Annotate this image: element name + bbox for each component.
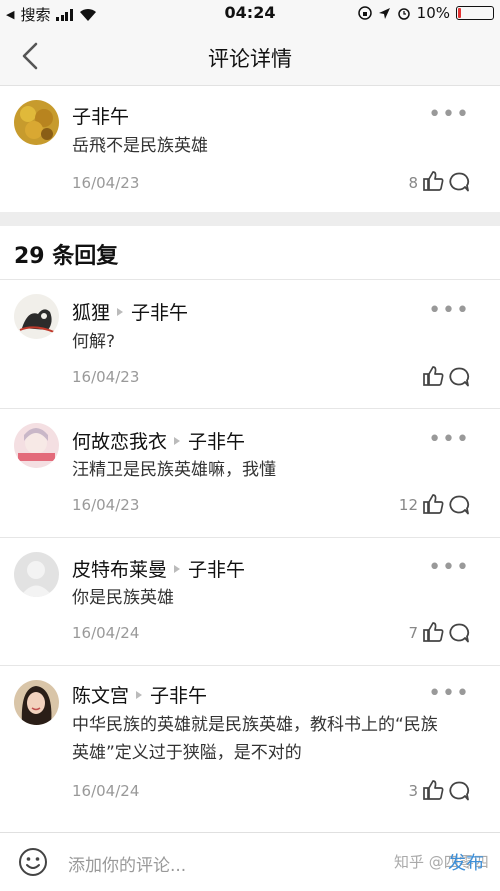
section-separator <box>0 212 500 226</box>
avatar[interactable] <box>14 294 59 339</box>
reply-text: 汪精卫是民族英雄嘛，我懂 <box>72 460 276 480</box>
reply-text: 中华民族的英雄就是民族英雄，教科书上的“民族英雄”定义过于狭隘，是不对的 <box>72 715 438 763</box>
comment-input[interactable]: 添加你的评论... <box>68 851 186 876</box>
main-comment: 子非午 ••• 岳飛不是民族英雄 16/04/23 8 <box>0 86 500 212</box>
reply-author-line: 皮特布莱曼 子非午 <box>72 555 245 582</box>
more-options-button[interactable]: ••• <box>428 555 470 580</box>
thumbs-up-icon[interactable] <box>422 170 444 192</box>
reply-author[interactable]: 皮特布莱曼 <box>72 559 167 581</box>
reply-bubble-icon[interactable] <box>448 171 470 193</box>
reply-item: 皮特布莱曼 子非午 ••• 你是民族英雄 16/04/24 7 <box>0 538 500 665</box>
reply-bubble-icon[interactable] <box>448 494 470 516</box>
reply-bubble-icon[interactable] <box>448 622 470 644</box>
comment-date: 16/04/23 <box>72 174 140 192</box>
avatar[interactable] <box>14 423 59 468</box>
page-title: 评论详情 <box>208 47 292 71</box>
thumbs-up-icon[interactable] <box>422 621 444 643</box>
reply-date: 16/04/23 <box>72 496 140 514</box>
reply-date: 16/04/23 <box>72 368 140 386</box>
reply-item: 陈文宫 子非午 ••• 中华民族的英雄就是民族英雄，教科书上的“民族英雄”定义过于… <box>0 666 500 826</box>
reply-date: 16/04/24 <box>72 624 140 642</box>
send-button[interactable]: 发布 <box>448 849 484 875</box>
more-options-button[interactable]: ••• <box>428 681 470 706</box>
thumbs-up-icon[interactable] <box>422 365 444 387</box>
battery-percent: 10% <box>416 4 450 22</box>
reply-author[interactable]: 陈文宫 <box>72 685 129 707</box>
like-count: 7 <box>408 624 418 642</box>
lock-rotation-icon <box>357 6 372 20</box>
like-count: 3 <box>408 782 418 800</box>
reply-text: 你是民族英雄 <box>72 588 174 608</box>
emoji-icon[interactable] <box>18 847 48 877</box>
like-count: 8 <box>408 174 418 192</box>
alarm-icon <box>397 8 410 20</box>
reply-text: 何解? <box>72 332 116 352</box>
reply-count-heading: 29 条回复 <box>14 244 119 269</box>
avatar[interactable] <box>14 552 59 597</box>
reply-target[interactable]: 子非午 <box>188 431 245 453</box>
reply-target[interactable]: 子非午 <box>131 302 188 324</box>
reply-arrow-icon <box>174 437 181 445</box>
status-bar: ◀ 搜索 04:24 10% <box>0 0 500 28</box>
reply-author-line: 何故恋我衣 子非午 <box>72 427 245 454</box>
avatar[interactable] <box>14 100 59 145</box>
reply-author-line: 狐狸 子非午 <box>72 298 188 325</box>
battery-icon <box>456 6 494 20</box>
reply-target[interactable]: 子非午 <box>188 559 245 581</box>
comment-text: 岳飛不是民族英雄 <box>72 136 208 156</box>
more-options-button[interactable]: ••• <box>428 427 470 452</box>
reply-item: 何故恋我衣 子非午 ••• 汪精卫是民族英雄嘛，我懂 16/04/23 12 <box>0 409 500 537</box>
reply-target[interactable]: 子非午 <box>150 685 207 707</box>
reply-bubble-icon[interactable] <box>448 366 470 388</box>
reply-author[interactable]: 何故恋我衣 <box>72 431 167 453</box>
thumbs-up-icon[interactable] <box>422 779 444 801</box>
more-options-button[interactable]: ••• <box>428 298 470 323</box>
reply-author-line: 陈文宫 子非午 <box>72 681 207 708</box>
reply-item: 狐狸 子非午 ••• 何解? 16/04/23 <box>0 280 500 408</box>
nav-bar: 评论详情 <box>0 28 500 86</box>
more-options-button[interactable]: ••• <box>428 102 470 127</box>
location-icon <box>378 7 390 19</box>
avatar[interactable] <box>14 680 59 725</box>
comment-composer: 添加你的评论... 知乎 @四零四 发布 <box>0 832 500 891</box>
reply-arrow-icon <box>136 691 143 699</box>
reply-bubble-icon[interactable] <box>448 780 470 802</box>
comment-author[interactable]: 子非午 <box>72 102 129 129</box>
reply-arrow-icon <box>174 565 181 573</box>
like-count: 12 <box>398 496 418 514</box>
reply-date: 16/04/24 <box>72 782 140 800</box>
reply-arrow-icon <box>117 308 124 316</box>
reply-author[interactable]: 狐狸 <box>72 302 110 324</box>
thumbs-up-icon[interactable] <box>422 493 444 515</box>
